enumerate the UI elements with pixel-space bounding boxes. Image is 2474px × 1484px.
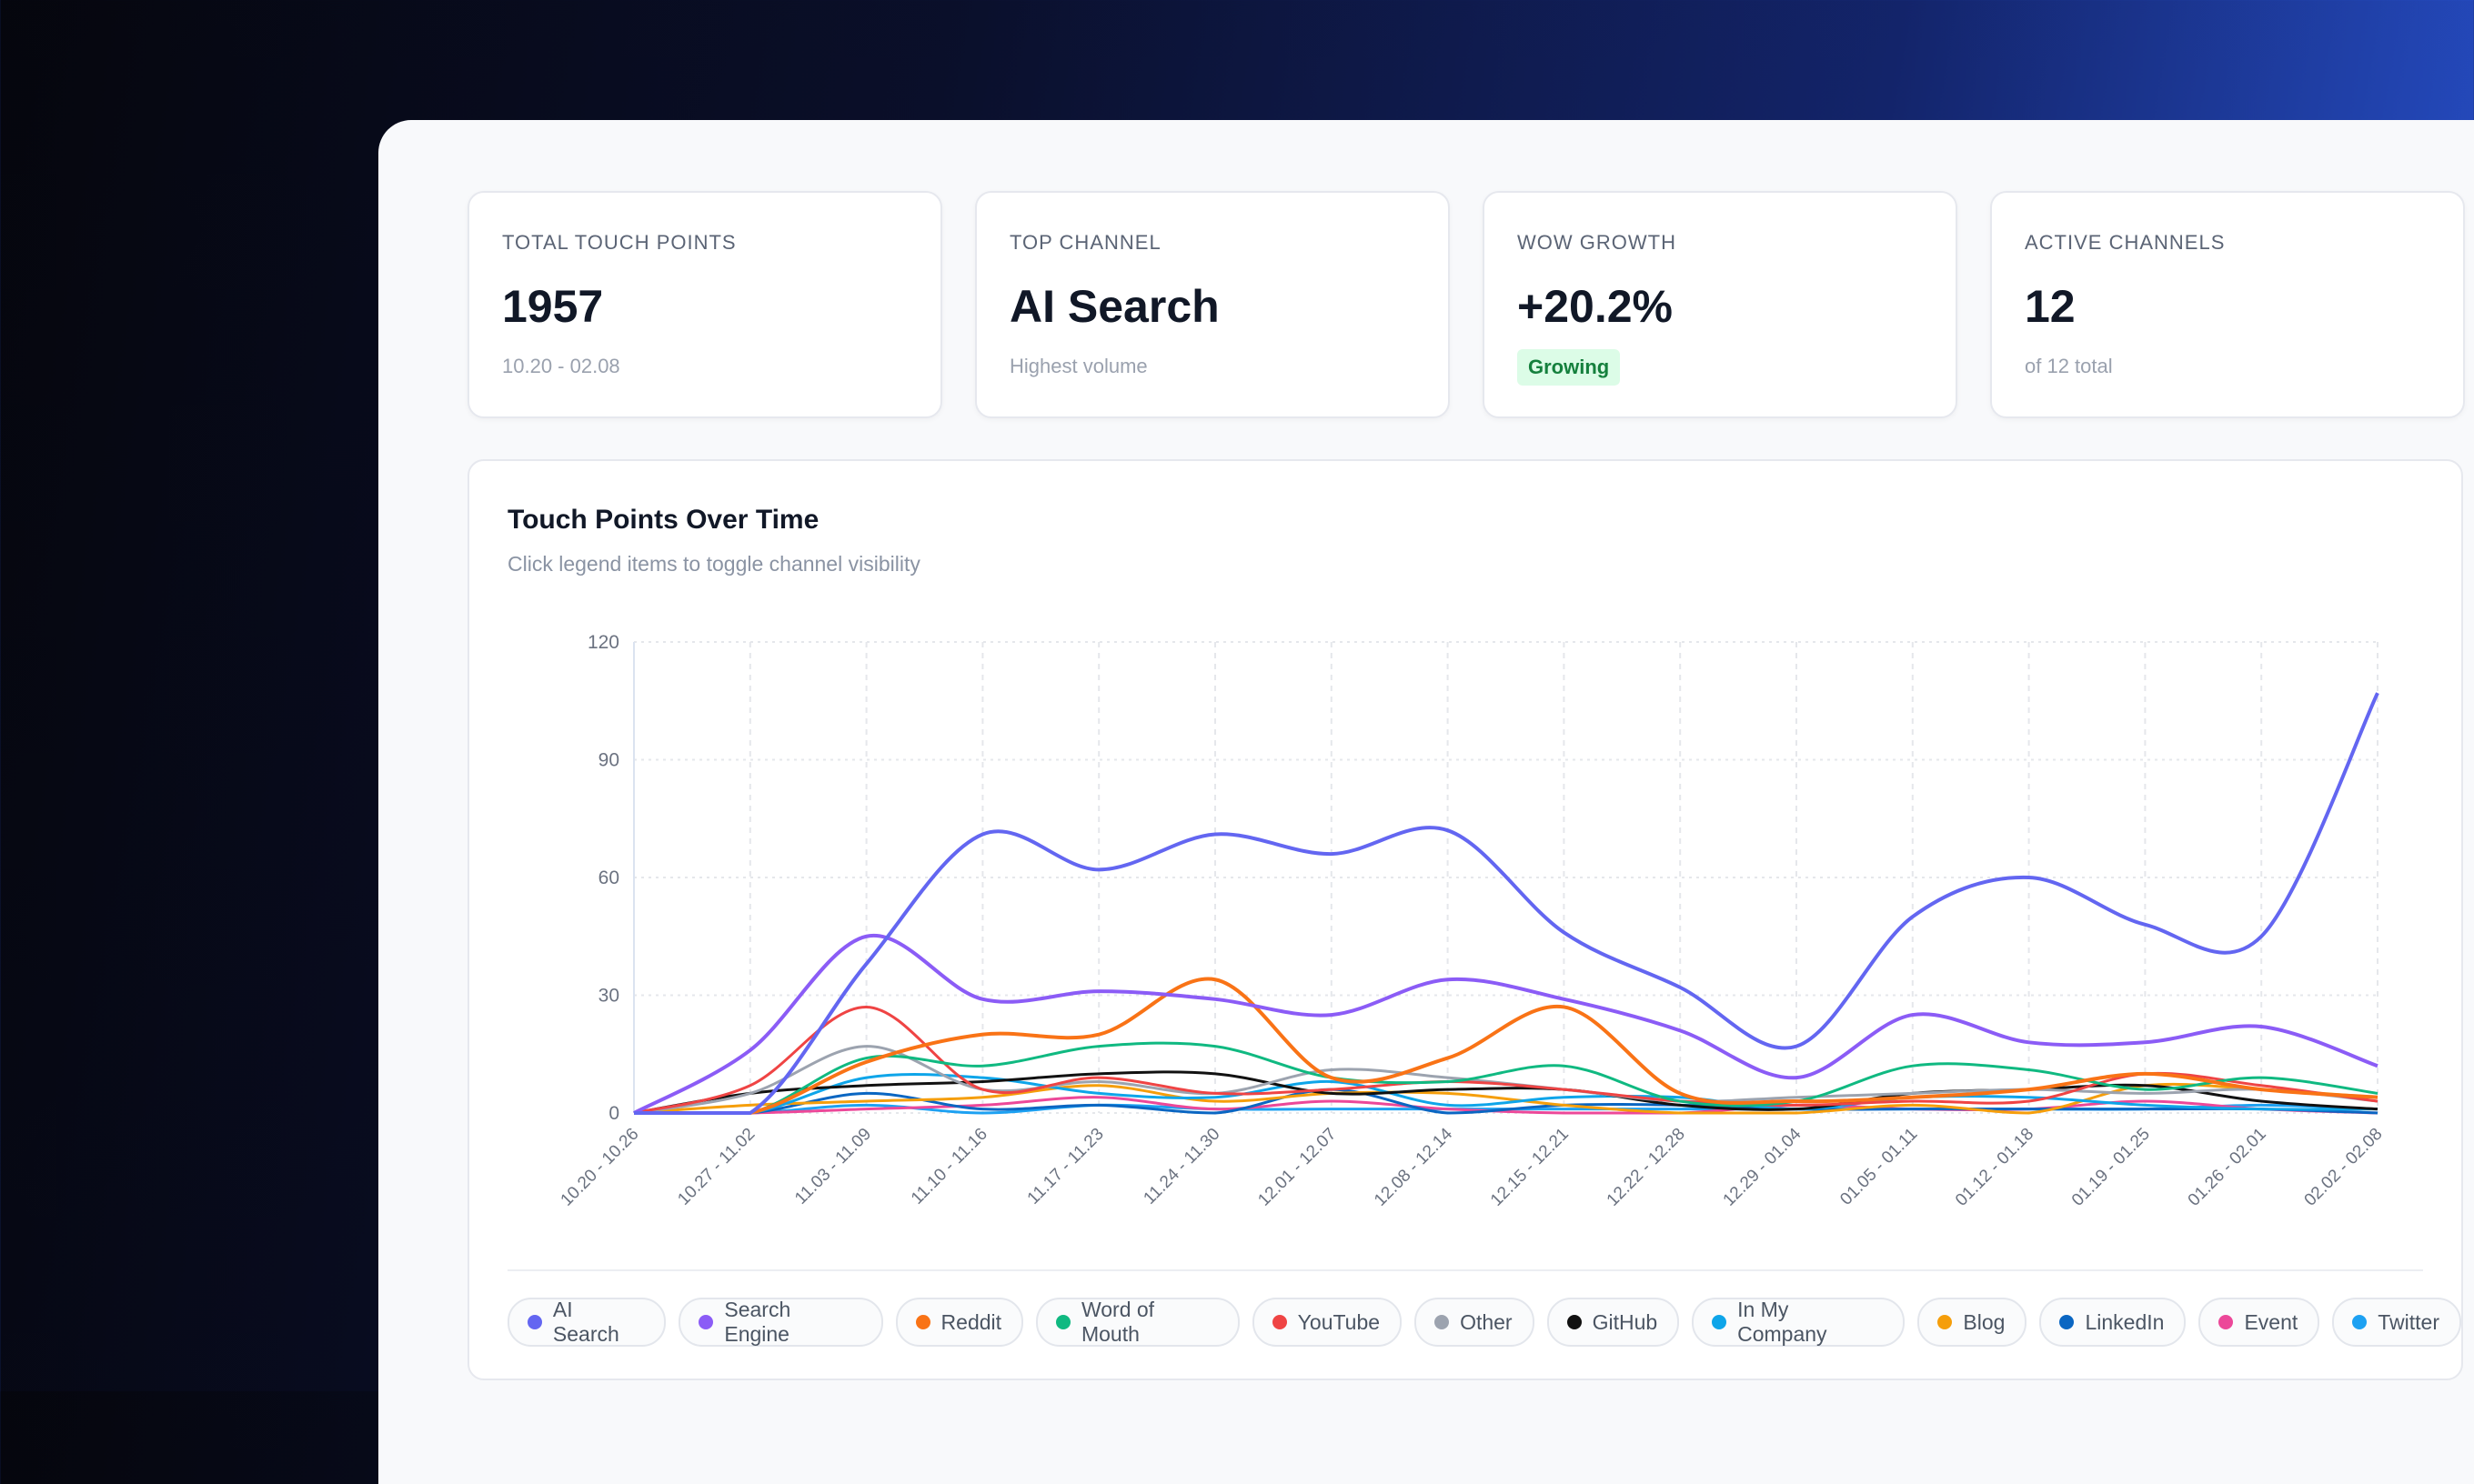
legend-item-blog[interactable]: Blog xyxy=(1917,1298,2027,1347)
legend-label: Other xyxy=(1460,1309,1513,1334)
legend-dot-icon xyxy=(1434,1315,1450,1329)
growing-badge: Growing xyxy=(1517,349,1621,386)
card-value: +20.2% xyxy=(1517,281,1673,332)
y-tick-label: 0 xyxy=(608,1103,619,1124)
card-value: AI Search xyxy=(1010,281,1220,332)
legend-item-linkedin[interactable]: LinkedIn xyxy=(2039,1298,2187,1347)
legend-label: Blog xyxy=(1963,1309,2006,1334)
legend-dot-icon xyxy=(1566,1315,1582,1329)
x-tick-label: 11.17 - 11.23 xyxy=(1024,1125,1108,1208)
y-tick-label: 60 xyxy=(598,867,619,888)
legend-label: Word of Mouth xyxy=(1081,1298,1155,1346)
x-tick-label: 11.10 - 11.16 xyxy=(908,1125,991,1208)
legend-label: Reddit xyxy=(940,1309,1002,1334)
legend-dot-icon xyxy=(1272,1315,1287,1329)
legend-label: LinkedIn xyxy=(2085,1309,2165,1334)
legend-label: Search Engine xyxy=(724,1298,791,1346)
y-tick-label: 120 xyxy=(588,632,619,653)
legend-item-search-engine[interactable]: Search Engine xyxy=(679,1298,883,1347)
legend-label: GitHub xyxy=(1592,1309,1658,1334)
legend-item-github[interactable]: GitHub xyxy=(1546,1298,1680,1347)
legend-dot-icon xyxy=(2218,1315,2234,1329)
legend-item-youtube[interactable]: YouTube xyxy=(1252,1298,1403,1347)
legend-dot-icon xyxy=(1937,1315,1953,1329)
legend-item-word-of-mouth[interactable]: Word of Mouth xyxy=(1036,1298,1240,1347)
legend-dot-icon xyxy=(1712,1315,1727,1329)
y-tick-label: 90 xyxy=(598,750,619,771)
legend-label: Event xyxy=(2244,1309,2298,1334)
card-label: Top Channel xyxy=(1010,231,1162,254)
card-label: WoW Growth xyxy=(1517,231,1676,254)
card-label: Total Touch Points xyxy=(502,231,737,254)
legend-item-reddit[interactable]: Reddit xyxy=(895,1298,1024,1347)
legend-dot-icon xyxy=(2352,1315,2368,1329)
x-tick-label: 01.05 - 01.11 xyxy=(1836,1125,1921,1209)
legend-dot-icon xyxy=(1056,1315,1071,1329)
x-tick-label: 10.27 - 11.02 xyxy=(674,1125,759,1209)
card-value: 1957 xyxy=(502,281,604,332)
x-tick-label: 11.03 - 11.09 xyxy=(791,1125,875,1208)
legend-label: Twitter xyxy=(2378,1309,2439,1334)
x-tick-label: 12.01 - 12.07 xyxy=(1254,1125,1340,1210)
legend-dot-icon xyxy=(2059,1315,2075,1329)
legend-label: YouTube xyxy=(1297,1309,1381,1334)
card-sub: of 12 total xyxy=(2025,355,2113,377)
card-value: 12 xyxy=(2025,281,2076,332)
legend-item-in-my-company[interactable]: In My Company xyxy=(1692,1298,1906,1347)
chart-card: Touch Points Over Time Click legend item… xyxy=(468,459,2463,1380)
legend-item-other[interactable]: Other xyxy=(1414,1298,1534,1347)
legend-divider xyxy=(508,1269,2423,1271)
series-line-youtube xyxy=(633,1005,2378,1115)
x-tick-label: 12.29 - 01.04 xyxy=(1720,1124,1805,1209)
x-tick-label: 12.15 - 12.21 xyxy=(1487,1125,1573,1210)
legend-item-event[interactable]: Event xyxy=(2198,1298,2320,1347)
x-tick-label: 10.20 - 10.26 xyxy=(558,1125,643,1210)
wow-growth-card: WoW Growth +20.2% Growing xyxy=(1483,191,1957,418)
x-tick-label: 01.12 - 01.18 xyxy=(1952,1125,2037,1210)
series-line-ai-search xyxy=(633,692,2379,1115)
legend-dot-icon xyxy=(915,1315,930,1329)
x-tick-label: 02.02 - 02.08 xyxy=(2301,1125,2387,1210)
legend-item-twitter[interactable]: Twitter xyxy=(2332,1298,2461,1347)
legend-dot-icon xyxy=(699,1315,714,1329)
legend-dot-icon xyxy=(528,1315,542,1329)
total-touch-points-card: Total Touch Points 1957 10.20 - 02.08 xyxy=(468,191,942,418)
active-channels-card: Active Channels 12 of 12 total xyxy=(1990,191,2465,418)
x-tick-label: 12.08 - 12.14 xyxy=(1371,1124,1456,1209)
x-tick-label: 11.24 - 11.30 xyxy=(1140,1125,1223,1208)
top-channel-card: Top Channel AI Search Highest volume xyxy=(975,191,1450,418)
x-tick-label: 01.26 - 02.01 xyxy=(2185,1125,2270,1210)
card-label: Active Channels xyxy=(2025,231,2226,254)
legend-label: AI Search xyxy=(552,1298,619,1346)
y-tick-label: 30 xyxy=(598,986,619,1007)
x-tick-label: 12.22 - 12.28 xyxy=(1604,1125,1689,1210)
card-sub: Highest volume xyxy=(1010,355,1148,377)
legend-item-ai-search[interactable]: AI Search xyxy=(508,1298,667,1347)
line-chart: 0 30 60 90 120 10.20 - 10.26 10.27 - 11.02 11.0… xyxy=(558,632,2387,1210)
x-tick-label: 01.19 - 01.25 xyxy=(2068,1125,2154,1210)
card-sub: 10.20 - 02.08 xyxy=(502,355,620,377)
legend: AI Search Search Engine Reddit Word of Mout… xyxy=(508,1298,2461,1347)
legend-label: In My Company xyxy=(1737,1298,1827,1346)
